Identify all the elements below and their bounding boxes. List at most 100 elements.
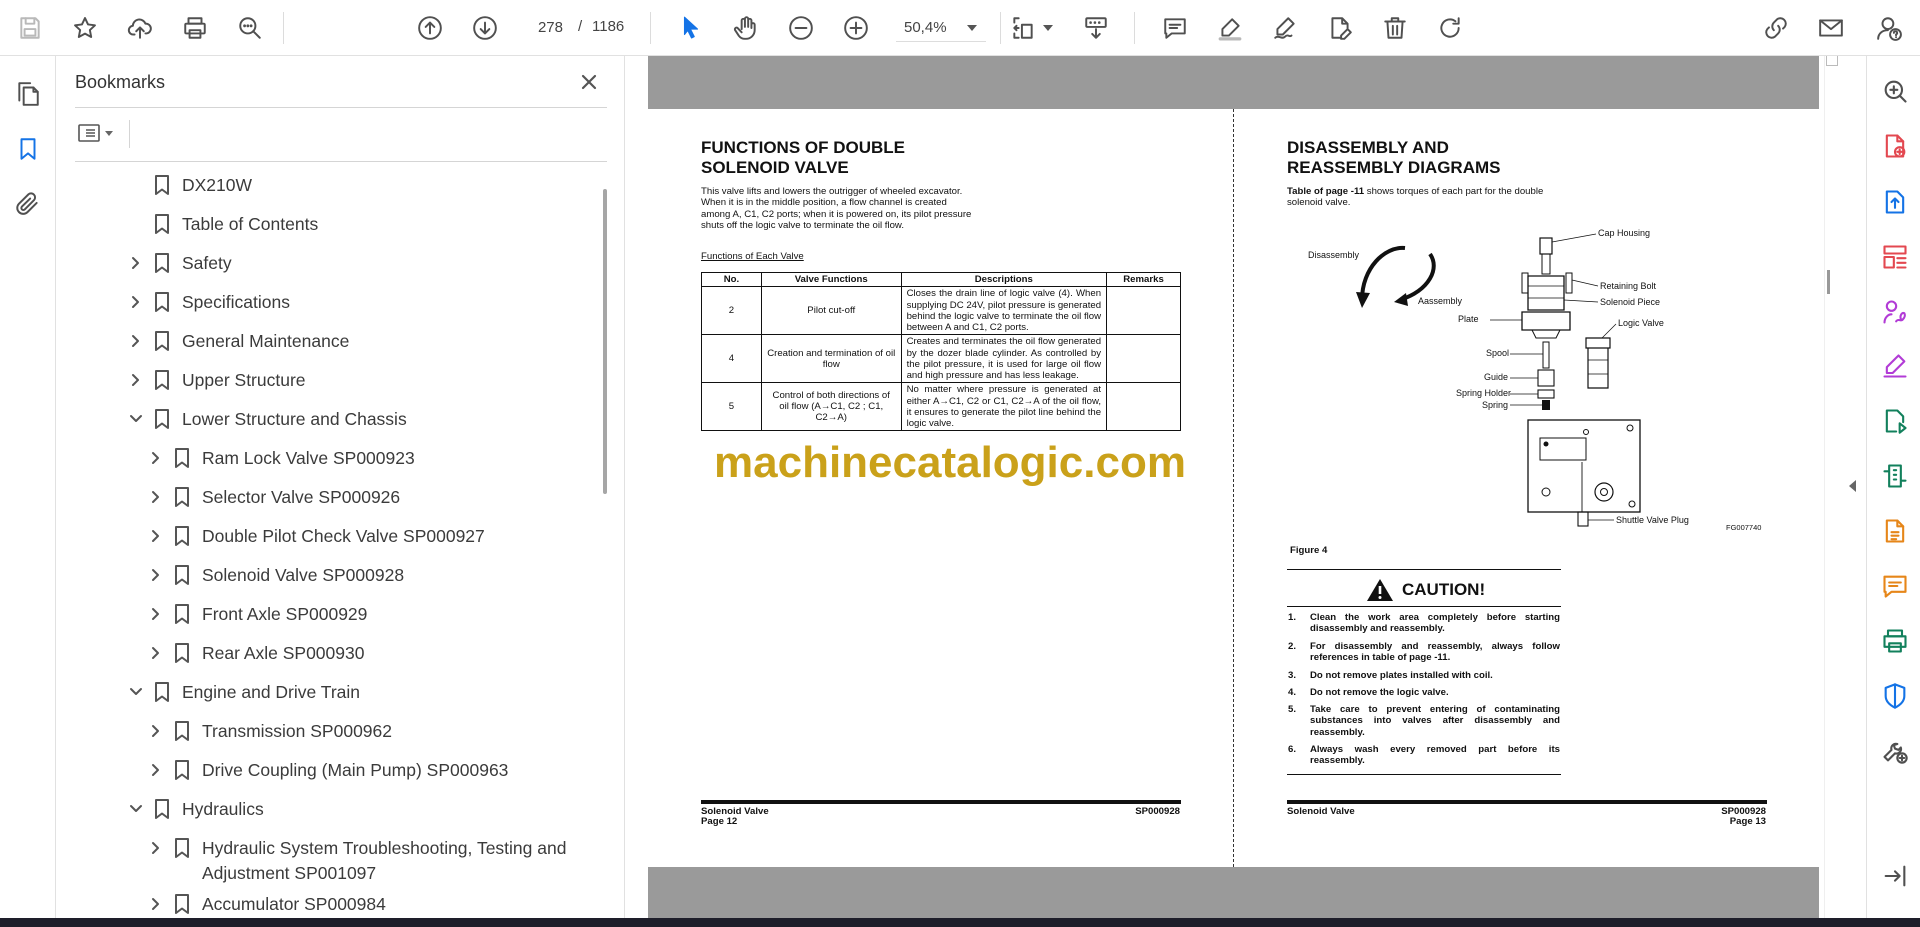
request-signature-icon[interactable] [1880,297,1910,327]
bookmark-item[interactable]: Front Axle SP000929 [57,598,597,630]
chevron-down-icon[interactable] [129,685,143,699]
page-display-icon[interactable] [1005,10,1041,46]
bookmark-scrollbar-thumb[interactable] [603,189,607,494]
bookmark-item[interactable]: Accumulator SP000984 [57,888,597,918]
organize-pages-icon[interactable] [1880,242,1910,272]
chevron-right-icon[interactable] [149,646,163,660]
delete-icon[interactable] [1377,10,1413,46]
bookmark-label: Engine and Drive Train [182,680,360,705]
chevron-right-icon[interactable] [149,451,163,465]
page-thumbnails-icon[interactable] [10,76,46,112]
comment-icon[interactable] [1157,10,1193,46]
sign-icon[interactable] [1267,10,1303,46]
scroll-mode-icon[interactable] [1078,10,1114,46]
bookmark-item[interactable]: Safety [57,247,597,279]
caution-header: CAUTION! [1366,578,1485,602]
save-icon[interactable] [12,10,48,46]
bookmarks-panel-icon[interactable] [10,131,46,167]
bookmark-item[interactable]: Drive Coupling (Main Pump) SP000963 [57,754,597,786]
bookmark-item[interactable]: DX210W [57,169,597,201]
bookmark-item[interactable]: Hydraulics [57,793,597,825]
zoom-search-icon[interactable] [1880,76,1910,106]
chevron-down-icon[interactable] [129,412,143,426]
zoom-in-icon[interactable] [838,10,874,46]
panel-toggle-icon[interactable] [1880,861,1910,891]
bookmark-item[interactable]: Selector Valve SP000926 [57,481,597,513]
page-number-input[interactable]: 278 [524,14,572,42]
bookmark-item[interactable]: Engine and Drive Train [57,676,597,708]
bookmark-star-icon[interactable] [67,10,103,46]
chevron-right-icon[interactable] [129,334,143,348]
bookmark-label: Safety [182,251,232,276]
edit-pdf-icon[interactable] [1322,10,1358,46]
send-for-review-icon[interactable] [1880,406,1910,436]
chevron-right-icon[interactable] [149,568,163,582]
label-disassembly: Disassembly [1308,250,1360,260]
collapse-right-panel-icon[interactable] [1846,478,1860,498]
rotate-icon[interactable] [1432,10,1468,46]
leader-line [1601,323,1617,339]
chevron-right-icon[interactable] [149,841,163,855]
create-pdf-icon[interactable] [1880,131,1910,161]
bookmark-icon [153,252,171,274]
bookmark-item[interactable]: General Maintenance [57,325,597,357]
upload-icon[interactable] [122,10,158,46]
more-tools-icon[interactable] [1880,736,1910,766]
comment-tool-icon[interactable] [1880,571,1910,601]
bookmark-item[interactable]: Lower Structure and Chassis [57,403,597,435]
shuttle-valve-plug-shape [1577,511,1589,527]
chevron-right-icon[interactable] [149,763,163,777]
page-down-icon[interactable] [467,10,503,46]
bookmark-item[interactable]: Table of Contents [57,208,597,240]
attachments-icon[interactable] [10,186,46,222]
bookmark-item[interactable]: Ram Lock Valve SP000923 [57,442,597,474]
chevron-right-icon[interactable] [149,490,163,504]
compress-pdf-icon[interactable] [1880,461,1910,491]
document-scrollbar-thumb[interactable] [1827,270,1830,294]
combine-files-icon[interactable] [1880,516,1910,546]
chevron-right-icon[interactable] [149,897,163,911]
bookmark-item[interactable]: Solenoid Valve SP000928 [57,559,597,591]
bookmark-label-line: Solenoid Valve SP000928 [202,565,405,585]
table-caption: Functions of Each Valve [701,251,804,262]
chevron-right-icon[interactable] [129,295,143,309]
chevron-right-icon[interactable] [149,724,163,738]
bookmark-options-button[interactable] [75,118,123,148]
share-link-icon[interactable] [1758,10,1794,46]
account-help-icon[interactable] [1871,10,1907,46]
protect-icon[interactable] [1880,681,1910,711]
print-icon[interactable] [177,10,213,46]
select-cursor-icon[interactable] [673,10,709,46]
chevron-right-icon[interactable] [129,256,143,270]
cell-remarks [1106,286,1181,336]
chevron-right-icon[interactable] [129,373,143,387]
caution-item-number: 2. [1288,641,1297,652]
highlight-icon[interactable] [1212,10,1248,46]
chevron-down-icon[interactable] [967,25,977,31]
chevron-right-icon[interactable] [149,607,163,621]
port-hole [1600,488,1608,496]
page-up-icon[interactable] [412,10,448,46]
zoom-out-icon[interactable] [783,10,819,46]
bookmark-item[interactable]: Specifications [57,286,597,318]
bookmark-item[interactable]: Upper Structure [57,364,597,396]
fill-sign-icon[interactable] [1880,351,1910,381]
find-icon[interactable] [232,10,268,46]
bookmark-label-line: Transmission SP000962 [202,721,393,741]
bookmark-item[interactable]: Double Pilot Check Valve SP000927 [57,520,597,552]
chevron-down-icon[interactable] [129,802,143,816]
bookmark-item[interactable]: Rear Axle SP000930 [57,637,597,669]
bookmark-label-line: Adjustment SP001097 [202,863,377,883]
email-icon[interactable] [1813,10,1849,46]
bookmark-item[interactable]: Transmission SP000962 [57,715,597,747]
hand-icon[interactable] [728,10,764,46]
chevron-down-icon[interactable] [1043,25,1053,31]
leader-line [1563,299,1599,303]
cell-function: Creation and termination of oil flow [760,334,902,384]
close-icon[interactable] [575,68,603,96]
export-pdf-icon[interactable] [1880,187,1910,217]
print-production-icon[interactable] [1880,626,1910,656]
chevron-right-icon[interactable] [149,529,163,543]
bookmark-item[interactable]: Hydraulic System Troubleshooting, Testin… [57,832,597,884]
document-scrollbar[interactable] [1824,56,1840,918]
